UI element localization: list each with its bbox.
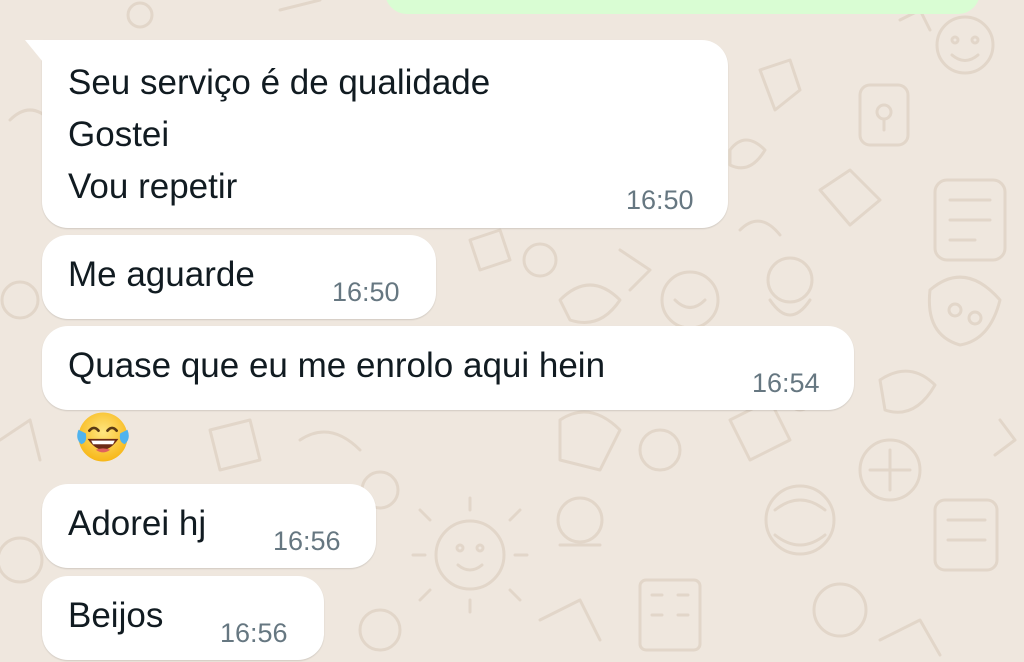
message-text: Me aguarde [68,255,255,294]
message-bubble[interactable]: Seu serviço é de qualidade Gostei Vou re… [25,40,728,228]
message-bubble[interactable]: Quase que eu me enrolo aqui hein 16:54 [42,326,854,410]
message-bubble[interactable]: Beijos 16:56 [42,576,324,660]
bubble-tail [25,40,43,62]
message-bubble[interactable]: Me aguarde 16:50 [42,235,436,319]
message-text: Seu serviço é de qualidade Gostei Vou re… [68,63,491,206]
outgoing-message-bubble[interactable] [385,0,980,14]
message-text: Beijos [68,596,164,635]
message-timestamp: 16:54 [752,368,820,398]
emoji-message[interactable] [62,403,140,473]
message-timestamp: 16:50 [626,185,694,215]
message-timestamp: 16:50 [332,277,400,307]
message-text: Quase que eu me enrolo aqui hein [68,346,606,385]
message-bubble[interactable]: Adorei hj 16:56 [42,484,376,568]
message-text: Adorei hj [68,504,207,543]
message-timestamp: 16:56 [220,618,288,648]
face-with-tears-of-joy-icon [77,412,129,462]
message-timestamp: 16:56 [273,526,341,556]
